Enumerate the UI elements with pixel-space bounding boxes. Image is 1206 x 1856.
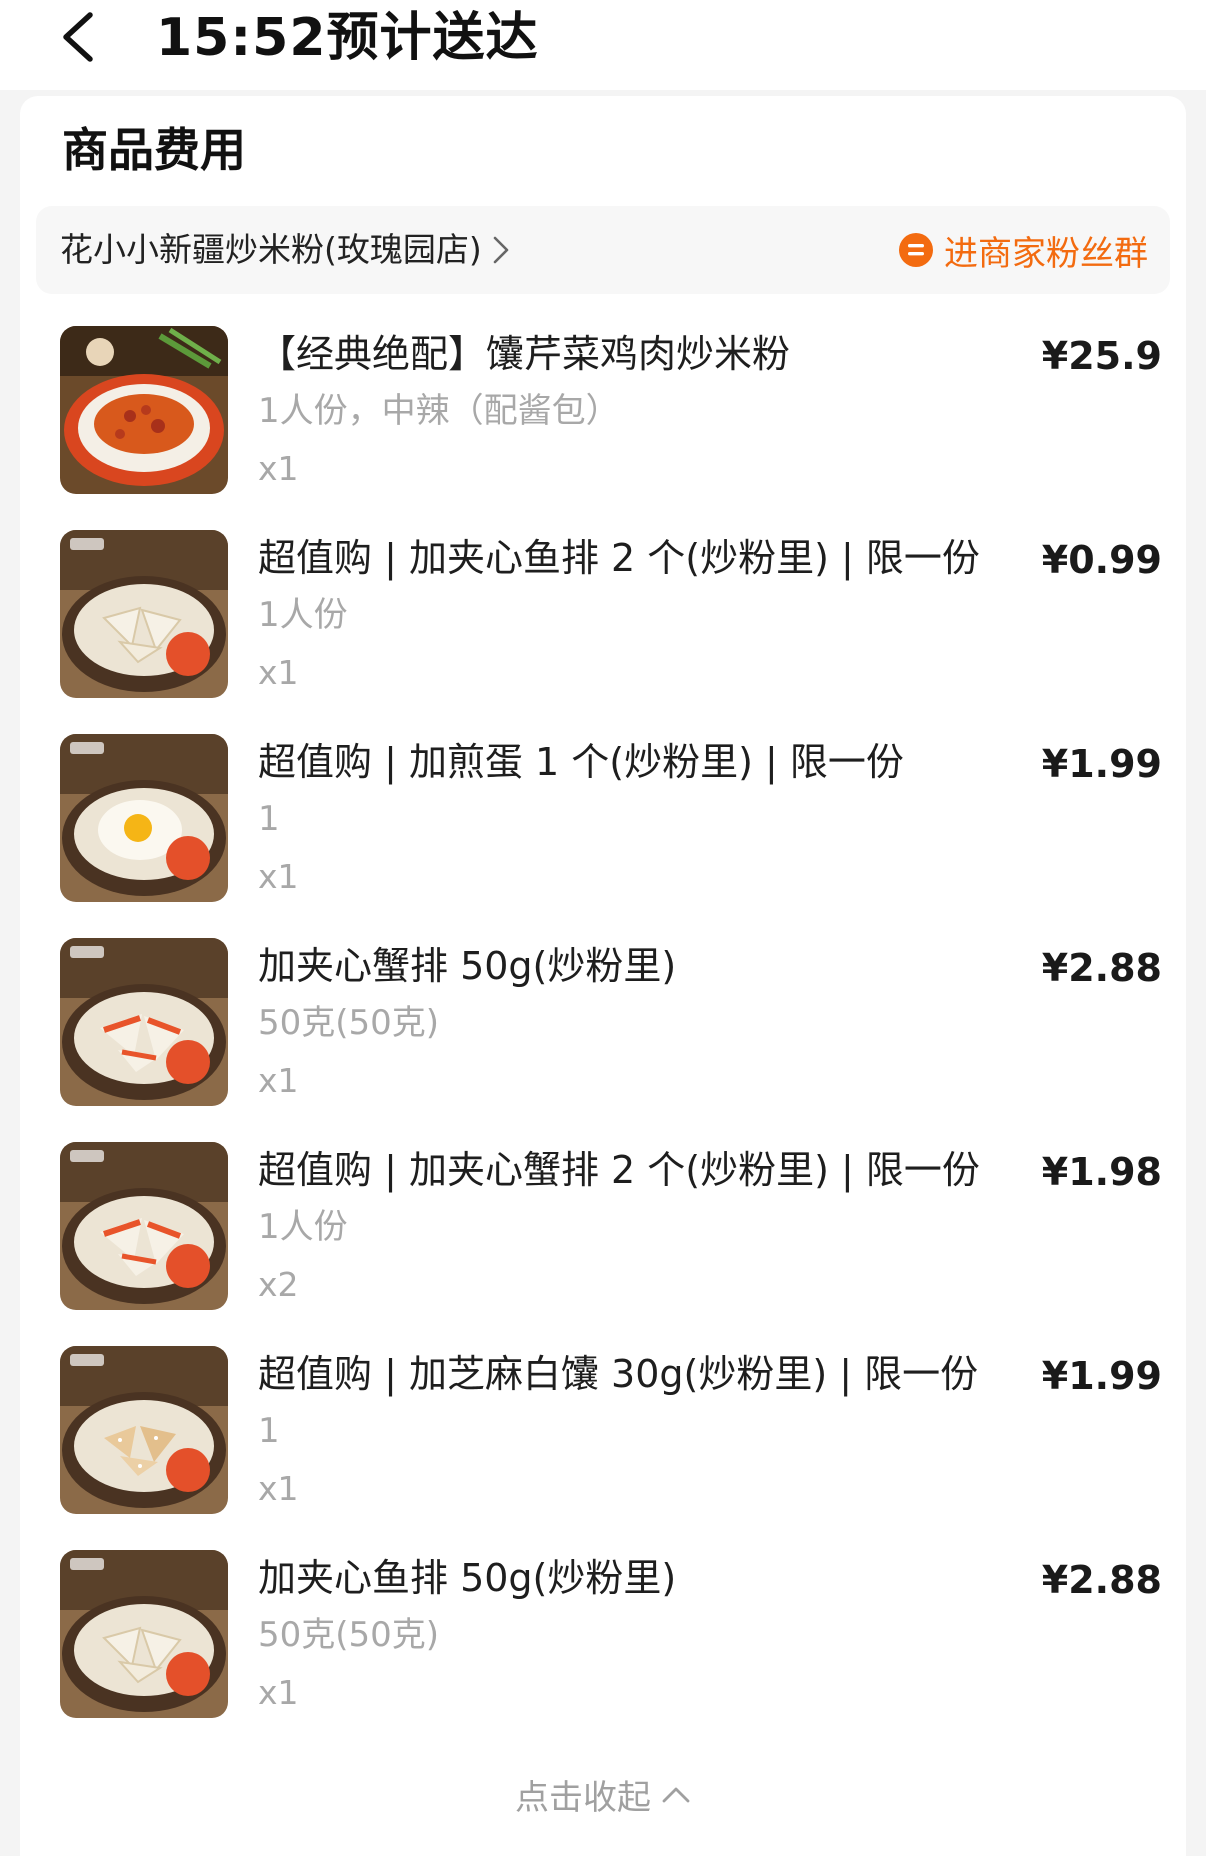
sesame-naan-image [60, 1346, 228, 1514]
crab-stick-image [60, 1142, 228, 1310]
chevron-right-icon [492, 235, 510, 265]
item-qty: x1 [258, 1673, 299, 1712]
item-qty: x1 [258, 449, 299, 488]
item-spec: 1人份 [258, 1207, 348, 1247]
list-item[interactable]: 加夹心鱼排 50g(炒粉里) 50克(50克) x1 ¥2.88 [20, 1550, 1186, 1754]
chat-icon [898, 232, 934, 268]
item-qty: x1 [258, 1061, 299, 1100]
item-qty: x2 [258, 1265, 299, 1304]
item-price: ¥0.99 [1041, 538, 1162, 582]
back-button[interactable] [48, 2, 108, 72]
item-price: ¥25.9 [1041, 334, 1162, 378]
item-price: ¥1.99 [1041, 1354, 1162, 1398]
fans-group-link[interactable]: 进商家粉丝群 [898, 206, 1148, 294]
crab-stick-image [60, 938, 228, 1106]
store-bar: 花小小新疆炒米粉(玫瑰园店) 进商家粉丝群 [36, 206, 1170, 294]
fish-fillet-image [60, 1550, 228, 1718]
item-price: ¥2.88 [1041, 1558, 1162, 1602]
list-item[interactable]: 超值购 | 加夹心鱼排 2 个(炒粉里) | 限一份 1人份 x1 ¥0.99 [20, 530, 1186, 734]
store-link[interactable]: 花小小新疆炒米粉(玫瑰园店) [60, 206, 510, 294]
chevron-up-icon [661, 1784, 691, 1804]
eta-title: 15:52预计送达 [156, 8, 539, 68]
item-price: ¥1.98 [1041, 1150, 1162, 1194]
list-item[interactable]: 超值购 | 加夹心蟹排 2 个(炒粉里) | 限一份 1人份 x2 ¥1.98 [20, 1142, 1186, 1346]
fish-fillet-image [60, 530, 228, 698]
item-qty: x1 [258, 653, 299, 692]
item-name: 超值购 | 加夹心蟹排 2 个(炒粉里) | 限一份 [258, 1148, 980, 1192]
chevron-left-icon [63, 12, 93, 62]
order-detail-page: 15:52预计送达 商品费用 花小小新疆炒米粉(玫瑰园店) 进商家粉丝群 【经典… [0, 0, 1206, 1856]
item-spec: 1 [258, 1411, 280, 1451]
section-title: 商品费用 [62, 123, 246, 177]
list-item[interactable]: 加夹心蟹排 50g(炒粉里) 50克(50克) x1 ¥2.88 [20, 938, 1186, 1142]
list-item[interactable]: 超值购 | 加煎蛋 1 个(炒粉里) | 限一份 1 x1 ¥1.99 [20, 734, 1186, 938]
item-qty: x1 [258, 857, 299, 896]
top-bar: 15:52预计送达 [0, 0, 1206, 90]
item-spec: 50克(50克) [258, 1615, 440, 1655]
store-name: 花小小新疆炒米粉(玫瑰园店) [60, 230, 482, 269]
item-name: 超值购 | 加夹心鱼排 2 个(炒粉里) | 限一份 [258, 536, 980, 580]
list-item[interactable]: 【经典绝配】馕芹菜鸡肉炒米粉 1人份，中辣（配酱包） x1 ¥25.9 [20, 326, 1186, 530]
item-spec: 50克(50克) [258, 1003, 440, 1043]
item-name: 超值购 | 加芝麻白馕 30g(炒粉里) | 限一份 [258, 1352, 979, 1396]
item-spec: 1人份 [258, 595, 348, 635]
item-price: ¥1.99 [1041, 742, 1162, 786]
collapse-button[interactable]: 点击收起 [20, 1764, 1186, 1824]
item-price: ¥2.88 [1041, 946, 1162, 990]
item-name: 加夹心鱼排 50g(炒粉里) [258, 1556, 677, 1600]
item-qty: x1 [258, 1469, 299, 1508]
item-name: 【经典绝配】馕芹菜鸡肉炒米粉 [258, 332, 791, 376]
item-spec: 1 [258, 799, 280, 839]
fans-group-label: 进商家粉丝群 [944, 233, 1148, 274]
item-spec: 1人份，中辣（配酱包） [258, 391, 620, 431]
fee-card: 商品费用 花小小新疆炒米粉(玫瑰园店) 进商家粉丝群 【经典绝配】馕芹菜鸡肉炒米… [20, 96, 1186, 1856]
item-name: 超值购 | 加煎蛋 1 个(炒粉里) | 限一份 [258, 740, 904, 784]
stir-fried-rice-noodles-image [60, 326, 228, 494]
item-name: 加夹心蟹排 50g(炒粉里) [258, 944, 677, 988]
fried-egg-image [60, 734, 228, 902]
list-item[interactable]: 超值购 | 加芝麻白馕 30g(炒粉里) | 限一份 1 x1 ¥1.99 [20, 1346, 1186, 1550]
collapse-label: 点击收起 [515, 1777, 651, 1818]
